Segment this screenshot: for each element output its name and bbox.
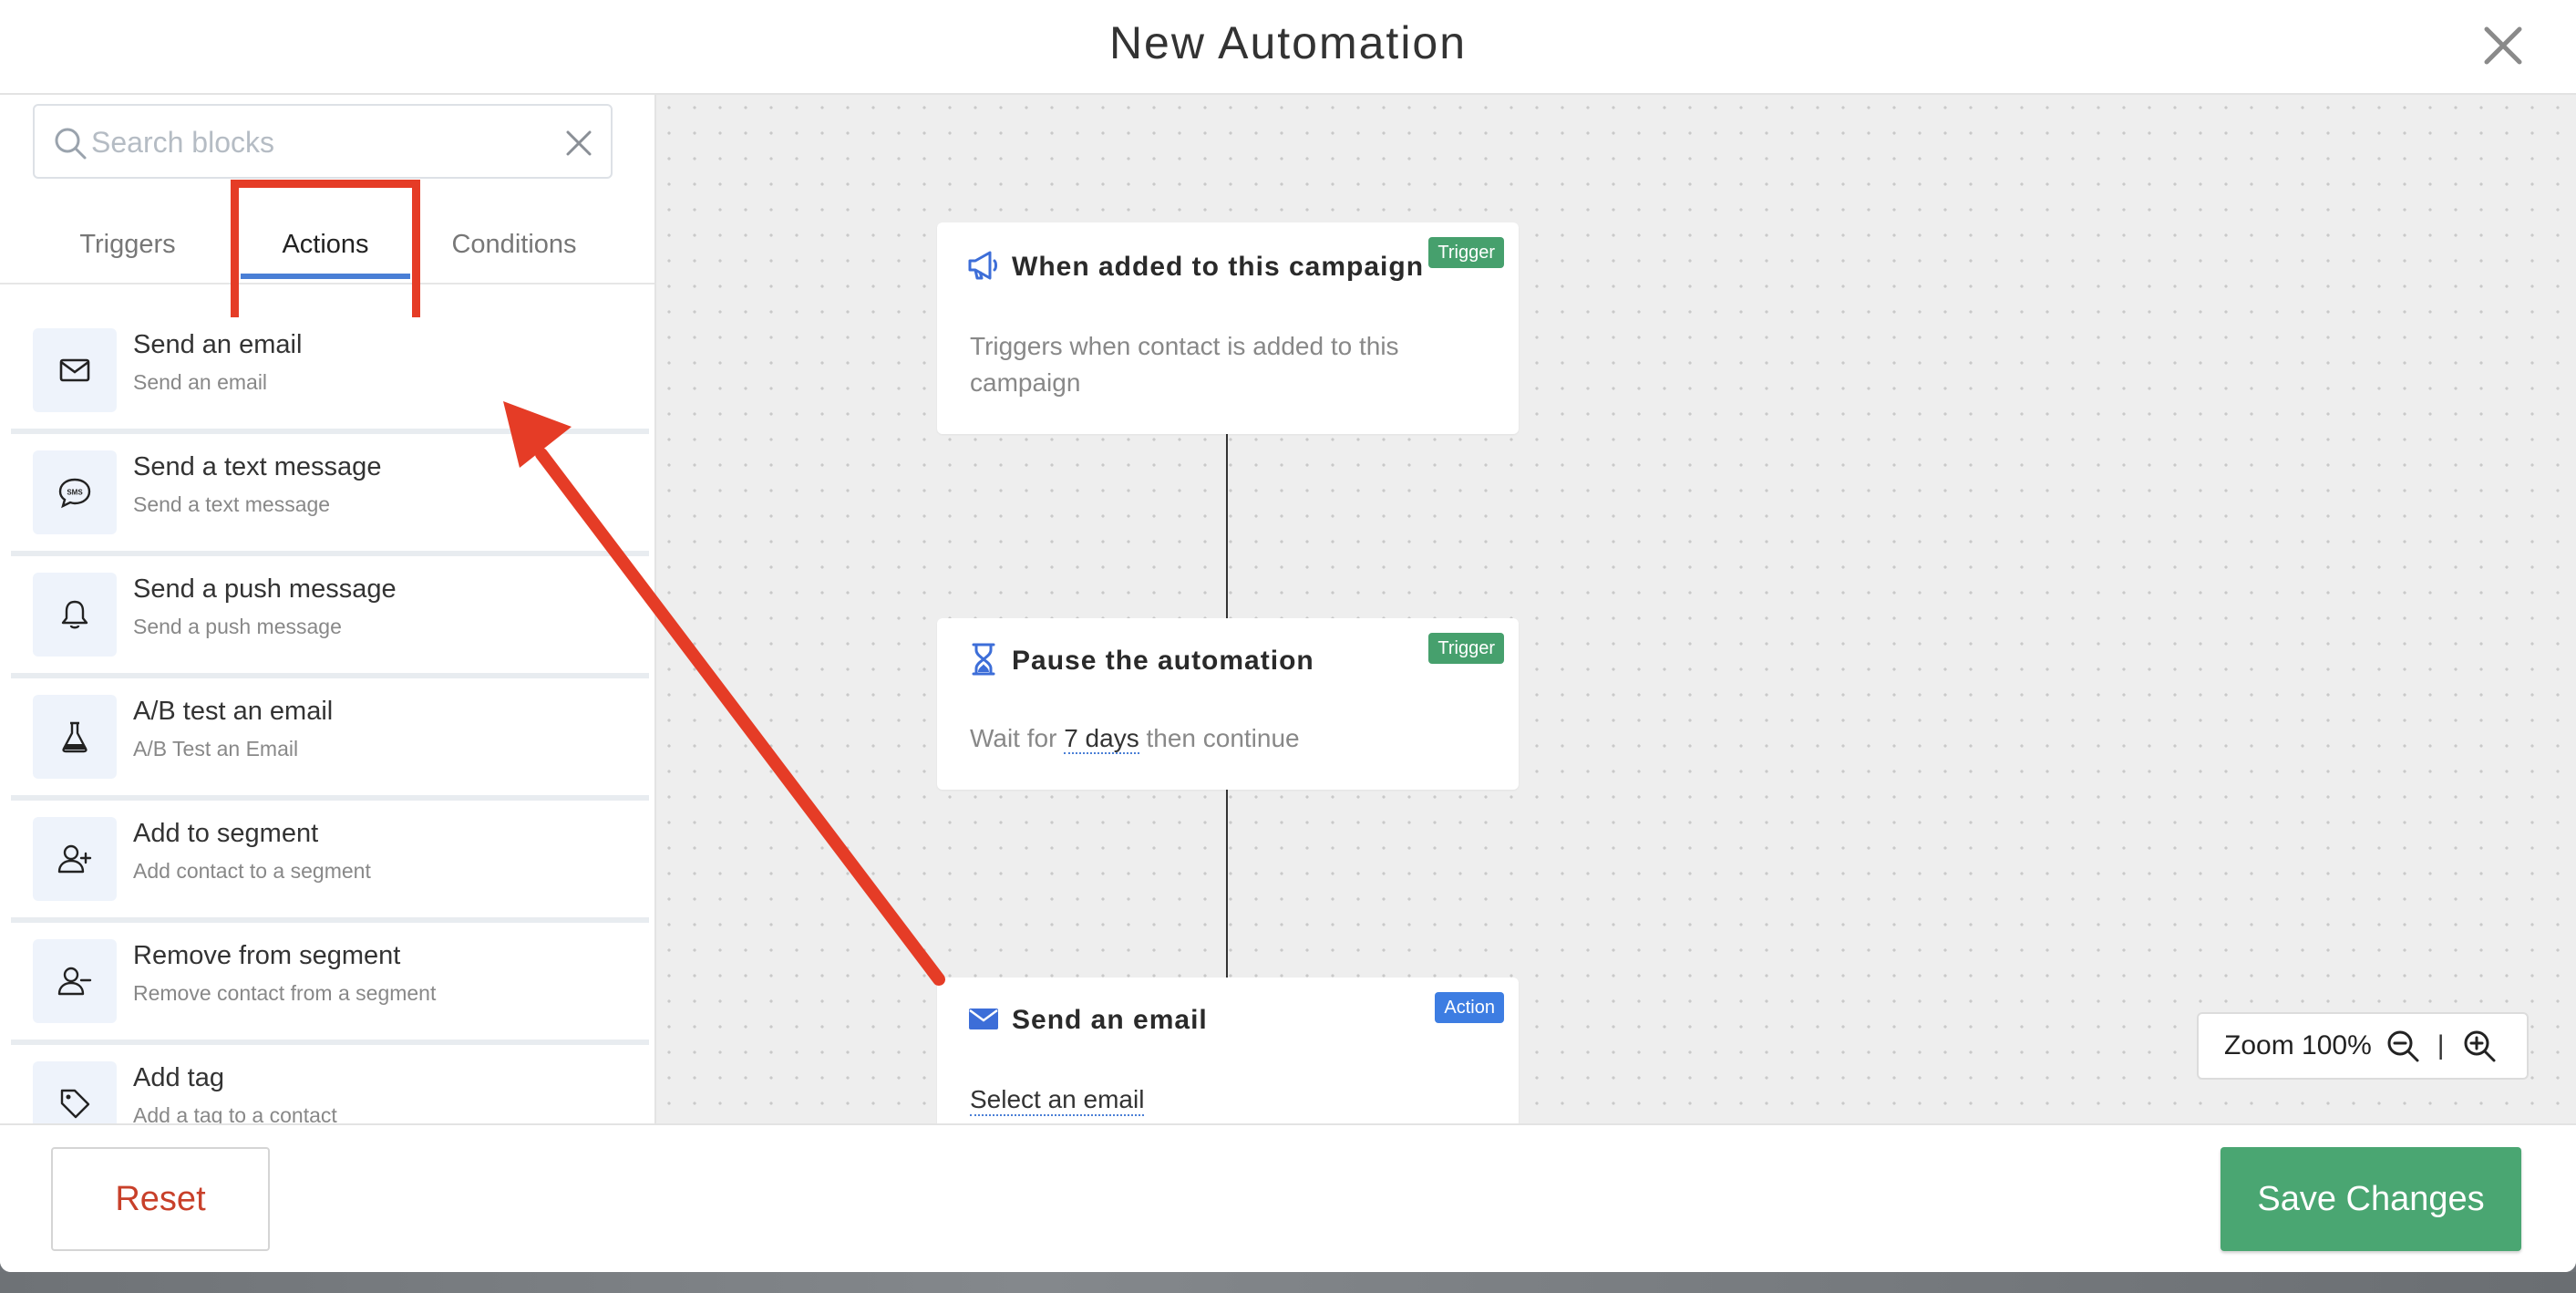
block-send-push[interactable]: Send a push message Send a push message <box>11 562 649 678</box>
svg-text:SMS: SMS <box>67 489 83 497</box>
modal-header: New Automation <box>0 0 2576 95</box>
block-title: Remove from segment <box>133 941 401 970</box>
block-subtitle: Add a tag to a contact <box>133 1103 337 1123</box>
connector-line <box>1226 434 1228 618</box>
close-icon[interactable] <box>2478 20 2529 71</box>
wait-duration-value[interactable]: 7 days <box>1064 724 1139 754</box>
automation-modal: New Automation Triggers Actions Conditio… <box>0 0 2576 1272</box>
tab-actions[interactable]: Actions <box>241 204 410 284</box>
zoom-in-icon[interactable] <box>2461 1028 2498 1064</box>
trigger-badge: Trigger <box>1428 237 1504 268</box>
block-title: Add tag <box>133 1063 224 1092</box>
card-title: When added to this campaign <box>1012 252 1425 282</box>
trigger-badge: Trigger <box>1428 633 1504 664</box>
block-subtitle: Remove contact from a segment <box>133 981 437 1005</box>
block-add-tag[interactable]: Add tag Add a tag to a contact <box>11 1050 649 1123</box>
hourglass-icon <box>972 643 995 676</box>
block-remove-segment[interactable]: Remove from segment Remove contact from … <box>11 928 649 1045</box>
action-badge: Action <box>1435 992 1504 1023</box>
description-prefix: Wait for <box>970 724 1057 752</box>
megaphone-icon <box>968 251 997 280</box>
description-suffix: then continue <box>1146 724 1300 752</box>
block-subtitle: Send a push message <box>133 615 342 638</box>
flask-icon <box>62 721 88 753</box>
close-button[interactable] <box>2478 20 2529 71</box>
card-description: Wait for 7 days then continue <box>970 720 1480 757</box>
card-title: Send an email <box>1012 1005 1208 1035</box>
action-card-email[interactable]: Send an email Action Select an email <box>937 978 1519 1123</box>
zoom-out-icon[interactable] <box>2385 1028 2421 1064</box>
search-input[interactable] <box>91 119 547 166</box>
block-add-segment[interactable]: Add to segment Add contact to a segment <box>11 806 649 923</box>
select-email-link[interactable]: Select an email <box>970 1085 1145 1116</box>
card-description: Triggers when contact is added to this c… <box>970 332 1399 397</box>
block-ab-test[interactable]: A/B test an email A/B Test an Email <box>11 684 649 801</box>
block-title: Send a push message <box>133 574 397 604</box>
block-title: Add to segment <box>133 819 319 848</box>
user-minus-icon <box>57 967 92 996</box>
sms-icon: SMS <box>58 478 91 509</box>
block-tabs: Triggers Actions Conditions <box>0 204 654 284</box>
automation-canvas[interactable]: When added to this campaign Trigger Trig… <box>656 95 2576 1123</box>
search-icon <box>55 128 87 160</box>
modal-title: New Automation <box>1108 17 1468 68</box>
save-changes-button[interactable]: Save Changes <box>2221 1147 2521 1251</box>
tag-icon <box>60 1089 90 1119</box>
clear-search-icon[interactable] <box>563 128 594 159</box>
modal-footer: Reset Save Changes <box>0 1123 2576 1272</box>
block-subtitle: Send an email <box>133 370 268 394</box>
zoom-separator: | <box>2437 1030 2445 1060</box>
block-subtitle: Add contact to a segment <box>133 859 371 883</box>
block-title: Send an email <box>133 330 303 359</box>
user-plus-icon <box>57 844 92 874</box>
trigger-card-added[interactable]: When added to this campaign Trigger Trig… <box>937 222 1519 434</box>
block-subtitle: A/B Test an Email <box>133 737 299 760</box>
search-box[interactable] <box>33 104 613 179</box>
block-title: A/B test an email <box>133 697 334 726</box>
reset-button[interactable]: Reset <box>51 1147 270 1251</box>
tab-conditions[interactable]: Conditions <box>421 204 607 284</box>
envelope-icon <box>969 1009 998 1029</box>
blocks-sidebar: Triggers Actions Conditions Send an emai… <box>0 95 656 1123</box>
bell-icon <box>61 600 88 629</box>
active-tab-indicator <box>241 274 410 279</box>
background-strip <box>0 1272 2576 1293</box>
envelope-icon <box>59 358 90 382</box>
block-send-email[interactable]: Send an email Send an email <box>11 317 649 434</box>
zoom-control: Zoom 100% | <box>2197 1012 2529 1080</box>
connector-line <box>1226 790 1228 978</box>
block-subtitle: Send a text message <box>133 492 331 516</box>
tab-triggers[interactable]: Triggers <box>36 204 219 284</box>
trigger-card-pause[interactable]: Pause the automation Trigger Wait for 7 … <box>937 618 1519 790</box>
block-title: Send a text message <box>133 452 382 481</box>
zoom-level: Zoom 100% <box>2224 1030 2372 1060</box>
block-send-text[interactable]: SMS Send a text message Send a text mess… <box>11 440 649 556</box>
card-title: Pause the automation <box>1012 646 1314 676</box>
